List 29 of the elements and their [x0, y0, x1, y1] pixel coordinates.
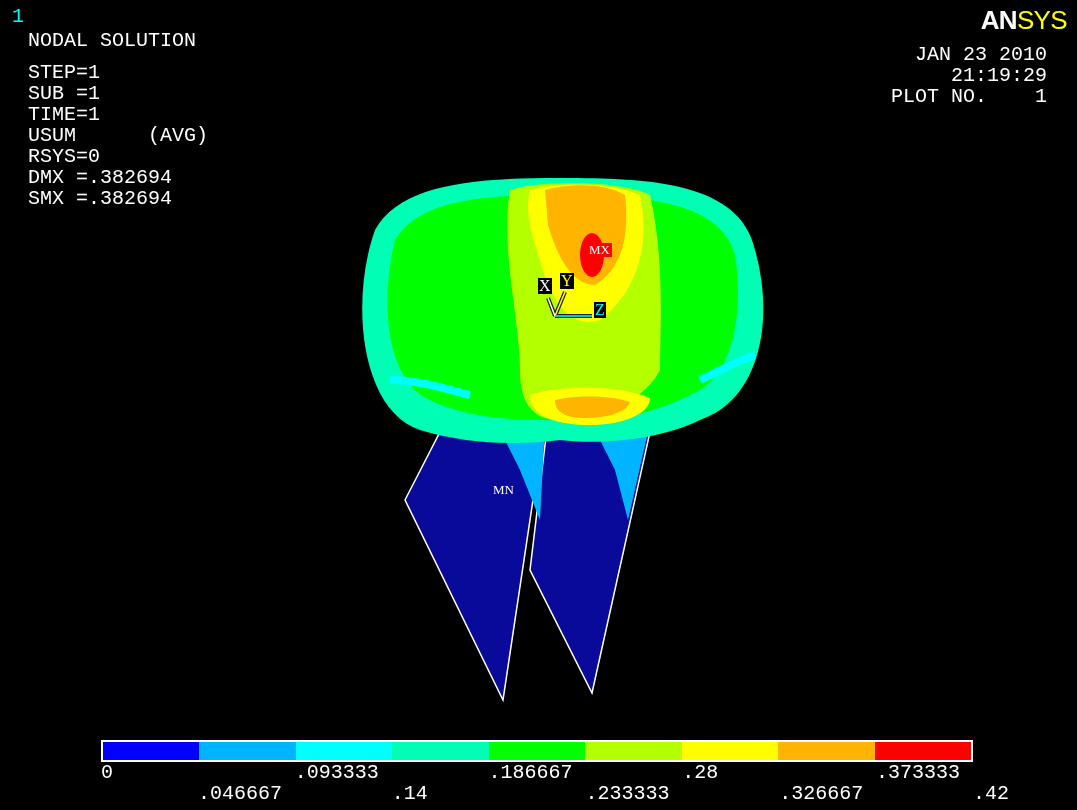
- info-line: SMX =.382694: [28, 188, 174, 209]
- date-line: 21:19:29: [951, 65, 1047, 86]
- legend-value: .326667: [779, 783, 864, 804]
- info-line: USUM (AVG): [28, 125, 209, 146]
- legend-value: .186667: [488, 762, 573, 783]
- info-line: DMX =.382694: [28, 167, 174, 188]
- window-number: 1: [12, 6, 24, 27]
- info-line: TIME=1: [28, 104, 101, 125]
- legend-value: .42: [973, 783, 1009, 804]
- plot-title: NODAL SOLUTION: [28, 30, 197, 51]
- legend-value: .14: [391, 783, 428, 804]
- legend-value: .373333: [876, 762, 961, 783]
- max-marker-label: MX: [587, 243, 612, 257]
- ansys-logo: ANSYS: [980, 6, 1067, 34]
- legend-value: .28: [682, 762, 719, 783]
- axis-label: Y: [560, 273, 574, 289]
- axis-label: X: [538, 278, 552, 294]
- axis-label: Z: [594, 302, 606, 318]
- info-line: STEP=1: [28, 62, 101, 83]
- info-line: SUB =1: [28, 83, 101, 104]
- date-line: JAN 23 2010: [914, 44, 1047, 65]
- legend-value: 0: [101, 762, 113, 783]
- legend-value: .093333: [294, 762, 379, 783]
- axis-triad-icon: [546, 291, 593, 318]
- legend-value: .233333: [585, 783, 670, 804]
- min-marker-label: MN: [493, 483, 514, 497]
- info-line: RSYS=0: [28, 146, 101, 167]
- legend-value: .046667: [197, 783, 282, 804]
- date-line: PLOT NO. 1: [890, 86, 1047, 107]
